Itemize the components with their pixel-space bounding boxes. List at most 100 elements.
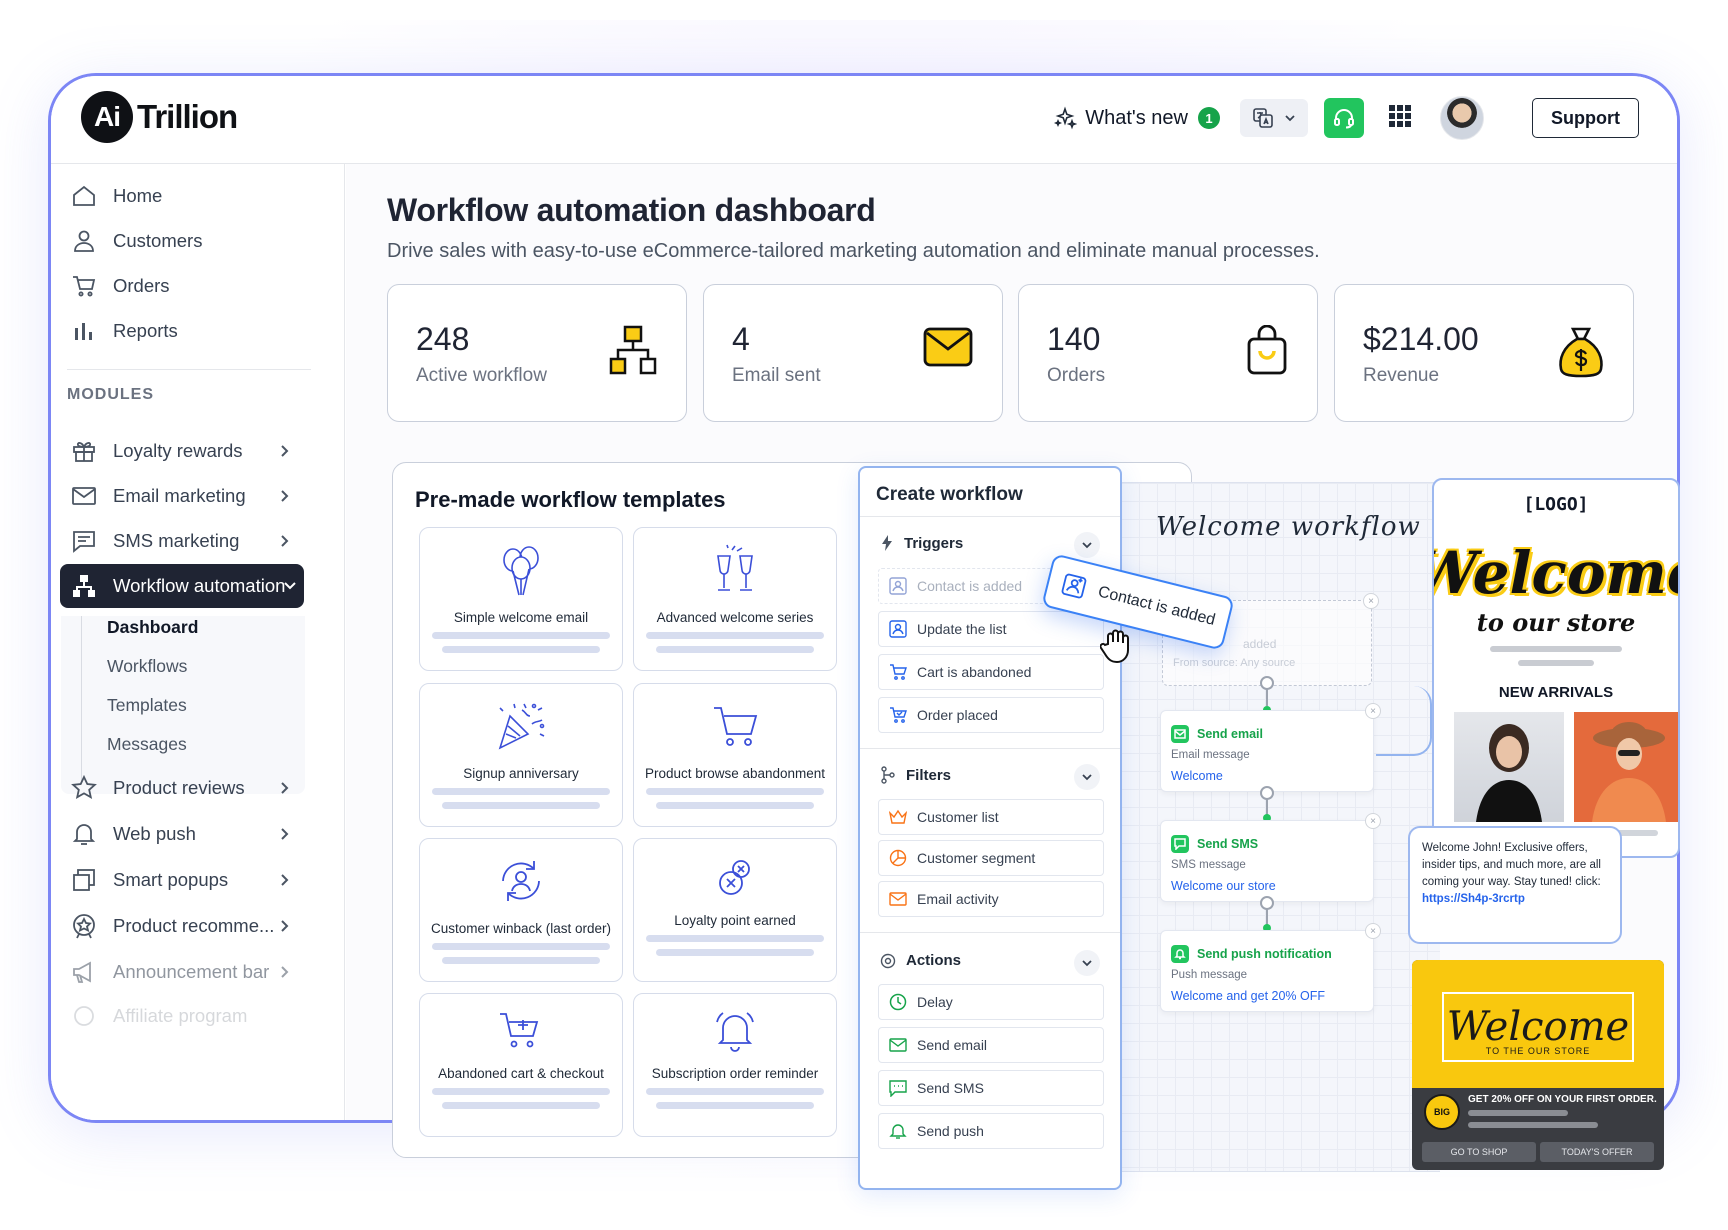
sidebar-item-sms-marketing[interactable]: SMS marketing [67,519,297,563]
sidebar-item-label: Customers [113,230,203,251]
workflow-node-send-push[interactable]: Send push notification Push message Welc… [1160,923,1381,1012]
sidebar-item-workflow-automation[interactable]: Workflow automation [60,564,304,608]
stat-card-revenue[interactable]: $214.00 Revenue [1334,284,1634,422]
close-icon[interactable]: × [1363,593,1379,609]
sms-icon [1171,835,1189,853]
template-label: Signup anniversary [463,766,579,781]
action-send-email[interactable]: Send email [878,1027,1104,1063]
template-card[interactable]: Product browse abandonment [633,683,837,827]
trigger-update-list[interactable]: Update the list [878,611,1104,647]
cart-icon [73,276,96,297]
template-card[interactable]: Simple welcome email [419,527,623,671]
new-arrivals-heading: NEW ARRIVALS [1498,684,1614,701]
sidebar-item-smart-popups[interactable]: Smart popups [67,858,297,902]
chevron-right-icon [281,782,289,794]
sidebar-subitem-templates[interactable]: Templates [107,695,187,716]
sidebar-item-product-recommendations[interactable]: Product recomme... [67,904,297,948]
logo[interactable]: Ai Trillion [81,91,238,143]
sidebar-item-affiliate-program[interactable]: Affiliate program [67,994,297,1038]
template-label: Customer winback (last order) [430,921,612,936]
pie-icon [889,849,907,867]
top-bar: Ai Trillion What's new 1 Support [51,76,1677,164]
close-icon[interactable]: × [1365,813,1381,829]
sidebar-item-email-marketing[interactable]: Email marketing [67,474,297,518]
bell-icon [889,1124,907,1139]
stat-card-active-workflow[interactable]: 248 Active workflow [387,284,687,422]
user-avatar[interactable] [1440,96,1484,140]
connector-handle[interactable] [1260,786,1274,800]
node-subtitle: Email message [1171,749,1250,761]
email-preview-card[interactable]: [LOGO] Welcome to our store NEW ARRIVALS [1432,478,1680,858]
template-card[interactable]: Customer winback (last order) [419,838,623,982]
filter-customer-segment[interactable]: Customer segment [878,840,1104,876]
template-card[interactable]: Advanced welcome series [633,527,837,671]
chat-icon [73,531,95,553]
filter-customer-list[interactable]: Customer list [878,799,1104,835]
actions-section-header[interactable]: Actions [880,952,961,969]
push-preview-card[interactable]: Welcome TO THE OUR STORE BIG GET 20% OFF… [1412,960,1664,1170]
go-to-shop-button[interactable]: GO TO SHOP [1422,1142,1536,1162]
connector-handle[interactable] [1260,676,1274,690]
bar-chart-icon [75,323,92,340]
item-label: Send push [917,1123,984,1139]
headset-icon [1334,109,1354,129]
apps-grid-icon[interactable] [1388,104,1412,133]
template-card[interactable]: Subscription order reminder [633,993,837,1137]
trigger-order-placed[interactable]: Order placed [878,697,1104,733]
action-delay[interactable]: Delay [878,984,1104,1020]
action-send-push[interactable]: Send push [878,1113,1104,1149]
template-card[interactable]: Abandoned cart & checkout [419,993,623,1137]
chevron-down-icon[interactable] [1074,764,1100,790]
sms-link[interactable]: https://Sh4p-3rcrtp [1422,893,1525,905]
sidebar-item-product-reviews[interactable]: Product reviews [67,766,297,810]
email-logo-placeholder: [LOGO] [1523,494,1589,515]
grab-cursor-icon [1100,629,1129,664]
sidebar-item-announcement-bar[interactable]: Announcement bar [67,950,297,994]
push-bell-icon [1171,945,1189,963]
stat-label: Revenue [1363,365,1440,386]
stat-card-email-sent[interactable]: 4 Email sent [703,284,1003,422]
action-send-sms[interactable]: Send SMS [878,1070,1104,1106]
sidebar-item-label: Product reviews [113,777,245,798]
workflow-node-send-sms[interactable]: Send SMS SMS message Welcome our store × [1160,813,1381,902]
help-center-button[interactable] [1324,98,1364,138]
sidebar-subitem-workflows[interactable]: Workflows [107,656,187,677]
sidebar-item-loyalty-rewards[interactable]: Loyalty rewards [67,429,297,473]
trigger-cart-abandoned[interactable]: Cart is abandoned [878,654,1104,690]
sidebar-item-web-push[interactable]: Web push [67,812,297,856]
todays-offer-button[interactable]: TODAY'S OFFER [1540,1142,1654,1162]
sidebar-item-orders[interactable]: Orders [67,264,297,308]
sidebar-item-customers[interactable]: Customers [67,219,297,263]
template-label: Simple welcome email [453,610,589,625]
stat-label: Orders [1047,365,1106,386]
sidebar-subitem-messages[interactable]: Messages [107,734,187,755]
item-label: Cart is abandoned [917,664,1032,680]
chevron-right-icon [281,874,289,886]
sidebar-fade [51,1060,344,1120]
support-button[interactable]: Support [1532,98,1639,138]
node-value: Welcome our store [1171,879,1276,893]
connector-handle[interactable] [1260,896,1274,910]
whats-new-button[interactable]: What's new 1 [1053,106,1220,130]
sms-preview-bubble[interactable]: Welcome John! Exclusive offers, insider … [1408,826,1622,944]
section-label: Filters [906,766,952,784]
filters-section-header[interactable]: Filters [880,766,951,784]
template-card[interactable]: Signup anniversary [419,683,623,827]
workflow-node-send-email[interactable]: Send email Email message Welcome × [1160,703,1381,792]
chevron-down-icon[interactable] [1074,950,1100,976]
template-card[interactable]: Loyalty point earned [633,838,837,982]
popup-icon [73,869,95,891]
sidebar-item-reports[interactable]: Reports [67,309,297,353]
sidebar-subitem-dashboard[interactable]: Dashboard [107,617,198,638]
node-title: Send email [1197,727,1263,741]
language-selector[interactable] [1240,99,1308,137]
filter-email-activity[interactable]: Email activity [878,881,1104,917]
chevron-down-icon[interactable] [1074,532,1100,558]
placeholder-line: From source: Any source [1173,657,1296,669]
stat-card-orders[interactable]: 140 Orders [1018,284,1318,422]
sidebar-item-home[interactable]: Home [67,174,297,218]
close-icon[interactable]: × [1365,923,1381,939]
chevron-right-icon [281,966,289,978]
party-popper-icon [498,703,545,750]
triggers-section-header[interactable]: Triggers [880,534,963,552]
